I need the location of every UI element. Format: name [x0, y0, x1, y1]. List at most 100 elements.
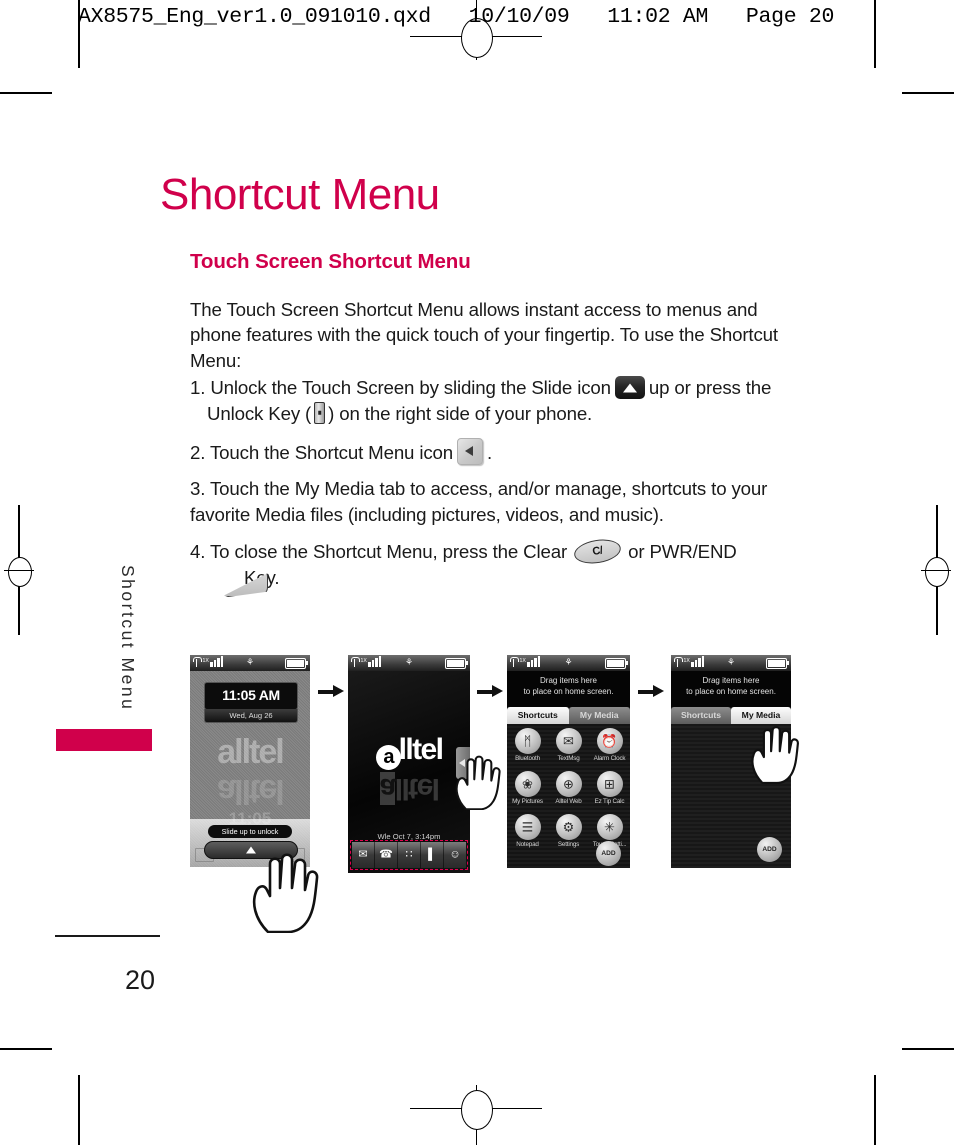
dock-item-menu[interactable]: ∷ — [398, 842, 421, 868]
step-4-text-a: 4. To close the Shortcut Menu, press the… — [190, 541, 568, 562]
page-number: 20 — [125, 965, 156, 995]
shortcut-item-ez-tip-calc[interactable]: ⊞ Ez Tip Calc — [589, 771, 630, 814]
wallpaper-logo: alltel — [217, 733, 284, 771]
crop-mark-upper-left — [0, 92, 52, 94]
drag-hint-area: Drag items here to place on home screen. — [671, 671, 791, 707]
add-button[interactable]: ADD — [757, 837, 782, 862]
tab-my-media[interactable]: My Media — [568, 707, 630, 724]
page-title: Shortcut Menu — [160, 170, 440, 220]
shortcut-item-notepad[interactable]: ☰ Notepad — [507, 814, 548, 857]
battery-icon — [445, 658, 469, 669]
step-2-text-b: . — [487, 442, 493, 463]
step-3-text: 3. Touch the My Media tab to access, and… — [190, 478, 768, 525]
ez-tip-calc-glyph: ⊞ — [604, 776, 615, 792]
shortcut-item-bluetooth[interactable]: ᛗ Bluetooth — [507, 728, 548, 771]
crop-mark-bottom-right-vertical — [874, 1075, 876, 1145]
hand-cursor-3 — [748, 722, 800, 784]
tab-shortcuts[interactable]: Shortcuts — [671, 707, 731, 724]
wallpaper-logo-reflection: alltel — [217, 772, 283, 810]
notepad-glyph: ☰ — [521, 819, 534, 835]
location-icon: ⚘ — [564, 657, 573, 667]
shortcut-item-textmsg[interactable]: ✉ TextMsg — [548, 728, 589, 771]
textmsg-icon: ✉ — [555, 728, 582, 754]
step-4: 4. To close the Shortcut Menu, press the… — [190, 536, 810, 590]
shortcut-label: Settings — [557, 841, 580, 848]
dock-item-contacts[interactable]: ▌ — [421, 842, 444, 868]
alltel-logo-a: a — [375, 745, 401, 770]
mail-icon: ✉ — [358, 848, 368, 861]
shortcut-item-settings[interactable]: ⚙ Settings — [548, 814, 589, 857]
crop-mark-lower-left — [0, 1048, 52, 1050]
shortcut-label: TextMsg — [557, 755, 580, 762]
hand-cursor-2 — [452, 752, 502, 810]
status-bar: 1X ⚘ — [348, 655, 470, 671]
flow-arrow-1 — [318, 685, 344, 698]
antenna-icon — [351, 656, 360, 667]
unlock-key-icon — [314, 401, 326, 424]
shortcut-item-alltel-web[interactable]: ⊕ Alltel Web — [548, 771, 589, 814]
call-icon: ☎ — [379, 848, 393, 861]
battery-icon — [605, 658, 629, 669]
dock-bar: ✉ ☎ ∷ ▌ ☺ — [352, 842, 466, 868]
favorite-contact-icon: ☺ — [449, 848, 461, 861]
step-1-text-b: up or press the — [648, 377, 772, 398]
drag-hint-line1: Drag items here — [702, 676, 760, 685]
crop-mark-upper-right — [902, 92, 954, 94]
dock-item-favorites[interactable]: ☺ — [444, 842, 466, 868]
step-1: 1. Unlock the Touch Screen by sliding th… — [190, 375, 810, 426]
alltel-logo-a-reflection: a — [379, 772, 395, 805]
step-3: 3. Touch the My Media tab to access, and… — [190, 476, 810, 527]
drag-hint-area: Drag items here to place on home screen. — [507, 671, 630, 707]
slide-hint-pill: Slide up to unlock — [208, 825, 292, 838]
signal-bars-icon — [527, 656, 541, 667]
touch-settings-glyph: ✳ — [604, 819, 615, 835]
page-header-imprint: AX8575_Eng_ver1.0_091010.qxd 10/10/09 11… — [78, 5, 835, 29]
add-button[interactable]: ADD — [596, 841, 621, 866]
registration-line-right — [921, 570, 951, 572]
notepad-icon: ☰ — [514, 814, 541, 840]
shortcut-row: ❀ My Pictures ⊕ Alltel Web ⊞ Ez Tip Calc — [507, 771, 630, 814]
my-pictures-glyph: ❀ — [522, 776, 533, 792]
dock-highlight-box: ✉ ☎ ∷ ▌ ☺ — [350, 840, 468, 870]
step-1-text-a: 1. Unlock the Touch Screen by sliding th… — [190, 377, 611, 398]
step-1-text-c: Unlock Key ( — [207, 402, 312, 424]
shortcut-label: My Pictures — [512, 798, 543, 805]
slide-hint-label: Slide up to unlock — [221, 827, 279, 837]
touch-settings-icon: ✳ — [596, 814, 623, 840]
battery-icon — [766, 658, 790, 669]
dock-item-mail[interactable]: ✉ — [352, 842, 375, 868]
registration-circle-left — [8, 557, 32, 587]
lock-screen-body: alltel alltel 11:05 11:05 AM Wed, Aug 26… — [190, 671, 310, 867]
tab-shortcuts[interactable]: Shortcuts — [507, 707, 569, 724]
shortcut-item-alarm-clock[interactable]: ⏰ Alarm Clock — [589, 728, 630, 771]
status-left-group: 1X — [674, 656, 705, 667]
signal-bars-icon — [691, 656, 705, 667]
shortcut-row: ᛗ Bluetooth ✉ TextMsg ⏰ Alarm Clock — [507, 728, 630, 771]
step-2: 2. Touch the Shortcut Menu icon. — [190, 437, 810, 468]
registration-circle-bottom — [461, 1090, 493, 1130]
status-left-group: 1X — [351, 656, 382, 667]
bluetooth-icon: ᛗ — [514, 728, 541, 754]
shortcut-grid: ᛗ Bluetooth ✉ TextMsg ⏰ Alarm Clock ❀ My Pic… — [507, 724, 630, 868]
shortcut-item-my-pictures[interactable]: ❀ My Pictures — [507, 771, 548, 814]
dock-item-call[interactable]: ☎ — [375, 842, 398, 868]
side-tab-accent-bar — [56, 729, 152, 751]
clear-key-icon: C/ — [572, 536, 623, 567]
location-icon: ⚘ — [245, 657, 255, 667]
settings-glyph: ⚙ — [562, 819, 575, 835]
slide-up-icon — [614, 375, 645, 399]
flow-arrow-2 — [477, 685, 503, 698]
shortcut-tabs: Shortcuts My Media — [507, 707, 630, 724]
network-1x-label: 1X — [683, 657, 690, 664]
contacts-icon: ▌ — [428, 848, 436, 861]
status-bar: 1X ⚘ — [190, 655, 310, 671]
settings-gear-icon: ⚙ — [555, 814, 582, 840]
alltel-logo-rest: lltel — [398, 733, 444, 766]
alarm-clock-glyph: ⏰ — [601, 733, 618, 749]
status-bar: 1X ⚘ — [507, 655, 630, 671]
drag-hint-line2: to place on home screen. — [686, 686, 776, 696]
step-4-text-b: or PWR/END — [628, 541, 737, 562]
flow-arrow-3 — [638, 685, 664, 698]
crop-mark-bottom-left-vertical — [78, 1075, 80, 1145]
shortcut-label: Ez Tip Calc — [594, 798, 625, 805]
